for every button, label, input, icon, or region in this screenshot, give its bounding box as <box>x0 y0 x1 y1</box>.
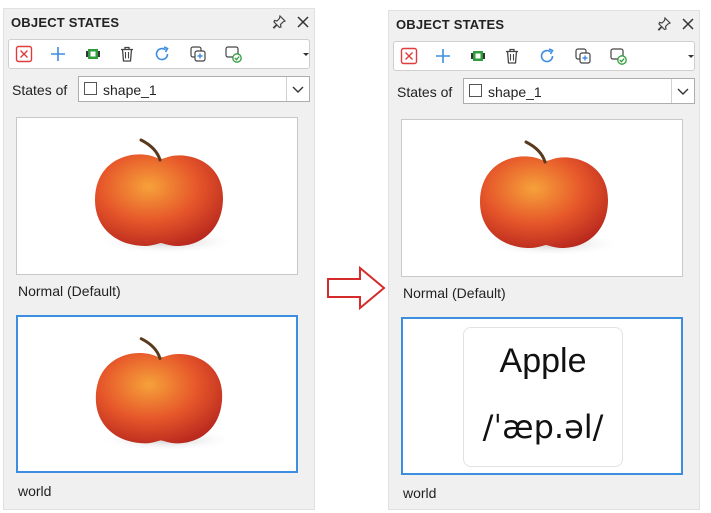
delete-state-icon[interactable] <box>15 45 33 63</box>
card-word: Apple <box>499 342 587 380</box>
arrow-right-icon <box>327 266 386 310</box>
object-checkbox[interactable] <box>84 82 97 95</box>
duplicate-icon[interactable] <box>189 45 207 63</box>
apple-image-icon <box>95 337 236 452</box>
states-of-label: States of <box>397 84 453 100</box>
state-thumbnail[interactable] <box>16 117 298 275</box>
object-checkbox[interactable] <box>469 84 482 97</box>
close-icon[interactable] <box>680 16 696 32</box>
pin-icon[interactable] <box>656 16 672 32</box>
more-dropdown-icon[interactable] <box>686 48 704 66</box>
add-state-icon[interactable] <box>434 47 452 65</box>
object-select-dropdown[interactable]: shape_1 <box>78 76 310 102</box>
state-label: world <box>18 483 52 499</box>
states-of-row: States of shape_1 <box>4 75 314 103</box>
trash-icon[interactable] <box>503 47 521 65</box>
apple-image-icon <box>480 140 622 256</box>
chevron-down-icon[interactable] <box>286 77 309 101</box>
object-states-panel-left: OBJECT STATES States of shape_1 Normal (… <box>3 8 315 510</box>
state-thumbnail[interactable] <box>401 119 683 277</box>
delete-state-icon[interactable] <box>400 47 418 65</box>
apply-state-icon[interactable] <box>609 47 627 65</box>
states-toolbar <box>8 39 310 69</box>
add-state-icon[interactable] <box>49 45 67 63</box>
object-select-dropdown[interactable]: shape_1 <box>463 78 695 104</box>
capture-state-icon[interactable] <box>84 45 102 63</box>
state-thumbnail-selected[interactable]: Apple /ˈæp.əl/ <box>401 317 683 475</box>
chevron-down-icon[interactable] <box>671 79 694 103</box>
apple-image-icon <box>95 138 237 254</box>
word-card: Apple /ˈæp.əl/ <box>463 327 623 467</box>
state-label: Normal (Default) <box>18 283 121 299</box>
panel-title: OBJECT STATES <box>11 15 120 30</box>
state-label: Normal (Default) <box>403 285 506 301</box>
close-icon[interactable] <box>295 14 311 30</box>
state-label: world <box>403 485 437 501</box>
dropdown-value: shape_1 <box>488 84 542 100</box>
states-of-label: States of <box>12 82 68 98</box>
more-dropdown-icon[interactable] <box>301 46 319 64</box>
panel-title: OBJECT STATES <box>396 17 505 32</box>
capture-state-icon[interactable] <box>469 47 487 65</box>
apply-state-icon[interactable] <box>224 45 242 63</box>
state-thumbnail-selected[interactable] <box>16 315 298 473</box>
panel-titlebar: OBJECT STATES <box>389 11 699 37</box>
pin-icon[interactable] <box>271 14 287 30</box>
card-pronunciation: /ˈæp.əl/ <box>482 408 604 446</box>
refresh-icon[interactable] <box>153 45 171 63</box>
refresh-icon[interactable] <box>538 47 556 65</box>
duplicate-icon[interactable] <box>574 47 592 65</box>
trash-icon[interactable] <box>118 45 136 63</box>
states-toolbar <box>393 41 695 71</box>
states-of-row: States of shape_1 <box>389 77 699 105</box>
panel-titlebar: OBJECT STATES <box>4 9 314 35</box>
object-states-panel-right: OBJECT STATES States of shape_1 Normal (… <box>388 10 700 510</box>
dropdown-value: shape_1 <box>103 82 157 98</box>
